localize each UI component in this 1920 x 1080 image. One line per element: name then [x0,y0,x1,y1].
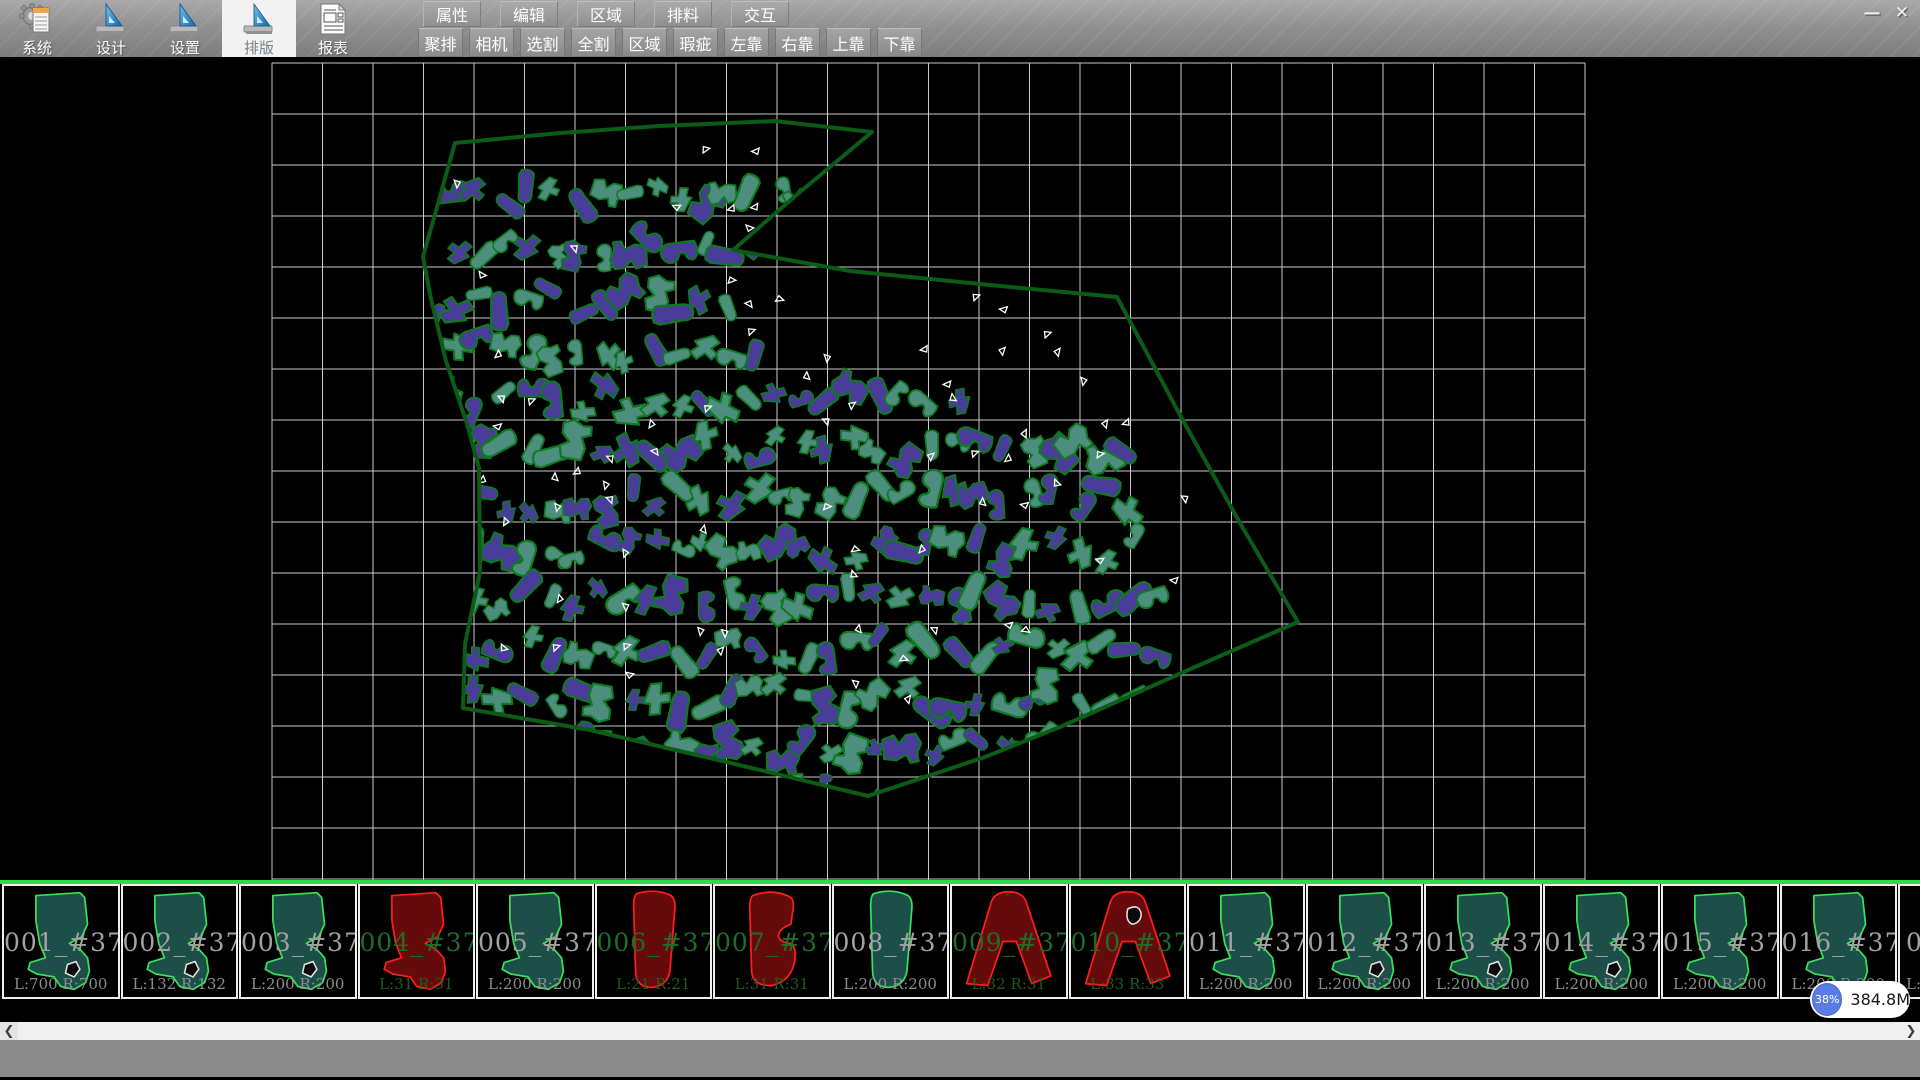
status-badge: 38% 384.8M [1810,981,1910,1018]
app-tab-5[interactable]: 报表 [296,0,370,57]
memory-usage-label: 384.8M [1850,990,1910,1009]
part-lr-count-label: L:200 R:200 [1308,975,1422,993]
part-thumbnail-4[interactable]: 004_#37 L:31 R:31 [358,884,476,999]
part-id-label: 005_#37 [478,928,592,957]
app-tab-label: 报表 [318,37,348,58]
menu-button-2[interactable]: 编辑 [500,1,558,27]
part-lr-count-label: L:132 R:132 [123,975,237,993]
menu-button-5[interactable]: 交互 [731,1,789,27]
part-id-label: 012_#37 [1308,928,1422,957]
part-lr-count-label: L:200 R:200 [1545,975,1659,993]
scroll-left-arrow-icon[interactable]: ❮ [0,1022,18,1040]
part-lr-count-label: L:700 R:700 [4,975,118,993]
part-lr-count-label: L:31 R:31 [715,975,829,993]
tool-button-4[interactable]: 全割 [571,28,616,57]
set-square-icon [93,2,129,36]
part-thumbnail-15[interactable]: 015_#37 L:200 R:200 [1661,884,1779,999]
part-id-label: 015_#37 [1663,928,1777,957]
nesting-canvas[interactable] [0,57,1920,1022]
tool-button-6[interactable]: 瑕疵 [673,28,718,57]
part-thumbnail-6[interactable]: 006_#37 L:21 R:21 [595,884,713,999]
part-id-label: 016_#37 [1782,928,1896,957]
toolbar: 系统设计设置排版报表 属性编辑区域排料交互 聚排相机选割全割区域瑕疵左靠右靠上靠… [0,0,1920,57]
part-id-label: 008_#37 [834,928,948,957]
set-square-icon [167,2,203,36]
part-id-label: 011_#37 [1189,928,1303,957]
window-controls: — ✕ [1857,1,1917,24]
part-lr-count-label: L:21 R:21 [597,975,711,993]
part-lr-count-label: L:200 R:200 [834,975,948,993]
part-lr-count-label: L:31 R:31 [360,975,474,993]
part-thumbnail-2[interactable]: 002_#37 L:132 R:132 [121,884,239,999]
tool-button-8[interactable]: 右靠 [775,28,820,57]
app-tab-label: 排版 [244,37,274,58]
close-button[interactable]: ✕ [1887,1,1917,24]
part-id-label: 002_#37 [123,928,237,957]
scroll-right-arrow-icon[interactable]: ❯ [1902,1022,1920,1040]
status-bar [0,1040,1920,1080]
part-thumbnail-1[interactable]: 001_#37 L:700 R:700 [2,884,120,999]
minimize-button[interactable]: — [1857,1,1887,24]
part-id-label: 003_#37 [241,928,355,957]
part-lr-count-label: L:200 R:200 [478,975,592,993]
part-id-label: 006_#37 [597,928,711,957]
part-lr-count-label: L:200 R:200 [241,975,355,993]
app-tab-label: 设计 [96,37,126,58]
menu-button-4[interactable]: 排料 [654,1,712,27]
tool-button-9[interactable]: 上靠 [826,28,871,57]
part-lr-count-label: L:32 R:31 [952,975,1066,993]
part-thumbnail-5[interactable]: 005_#37 L:200 R:200 [476,884,594,999]
part-thumbnail-14[interactable]: 014_#37 L:200 R:200 [1543,884,1661,999]
menu-button-3[interactable]: 区域 [577,1,635,27]
app-tab-3[interactable]: 设置 [148,0,222,57]
part-thumbnail-3[interactable]: 003_#37 L:200 R:200 [239,884,357,999]
part-id-label: 010_#37 [1071,928,1185,957]
part-thumbnail-13[interactable]: 013_#37 L:200 R:200 [1424,884,1542,999]
app-tab-2[interactable]: 设计 [74,0,148,57]
part-lr-count-label: L:200 R:200 [1663,975,1777,993]
part-thumbnail-17[interactable]: 0L:2 [1898,884,1920,999]
app-bar: 系统 设计 设置 排版 报表 [0,0,370,57]
tool-button-5[interactable]: 区域 [622,28,667,57]
tool-row: 聚排相机选割全割区域瑕疵左靠右靠上靠下靠 [418,28,928,57]
part-thumbnail-8[interactable]: 008_#37 L:200 R:200 [832,884,950,999]
utilization-percent-badge: 38% [1812,983,1842,1016]
application-window: 系统设计设置排版报表 属性编辑区域排料交互 聚排相机选割全割区域瑕疵左靠右靠上靠… [0,0,1920,1080]
horizontal-scrollbar[interactable]: ❮ ❯ [0,1022,1920,1040]
part-id-label: 004_#37 [360,928,474,957]
part-thumbnail-7[interactable]: 007_#37 L:31 R:31 [713,884,831,999]
app-tab-label: 设置 [170,37,200,58]
parts-strip: 001_#37 L:700 R:700 002_#37 L:132 R:132003_… [0,884,1920,1000]
part-id-label: 009_#37 [952,928,1066,957]
part-thumbnail-10[interactable]: 010_#37 L:33 R:33 [1069,884,1187,999]
tool-button-7[interactable]: 左靠 [724,28,769,57]
part-id-label: 007_#37 [715,928,829,957]
tool-button-10[interactable]: 下靠 [877,28,922,57]
tool-button-3[interactable]: 选割 [520,28,565,57]
set-square-icon [241,2,277,36]
part-thumbnail-9[interactable]: 009_#37 L:32 R:31 [950,884,1068,999]
tool-button-1[interactable]: 聚排 [418,28,463,57]
canvas-drawing [0,57,1920,1022]
part-thumbnail-12[interactable]: 012_#37 L:200 R:200 [1306,884,1424,999]
part-lr-count-label: L:200 R:200 [1189,975,1303,993]
tool-button-2[interactable]: 相机 [469,28,514,57]
part-id-label: 001_#37 [4,928,118,957]
part-thumbnail-11[interactable]: 011_#37 L:200 R:200 [1187,884,1305,999]
part-id-label: 0 [1900,928,1920,957]
part-id-label: 014_#37 [1545,928,1659,957]
gear-doc-icon [19,2,55,36]
part-lr-count-label: L:33 R:33 [1071,975,1185,993]
app-tab-4[interactable]: 排版 [222,0,296,57]
report-icon [315,2,351,36]
part-id-label: 013_#37 [1426,928,1540,957]
part-lr-count-label: L:200 R:200 [1426,975,1540,993]
app-tab-label: 系统 [22,37,52,58]
menu-row: 属性编辑区域排料交互 [423,1,808,27]
app-tab-1[interactable]: 系统 [0,0,74,57]
menu-button-1[interactable]: 属性 [423,1,481,27]
